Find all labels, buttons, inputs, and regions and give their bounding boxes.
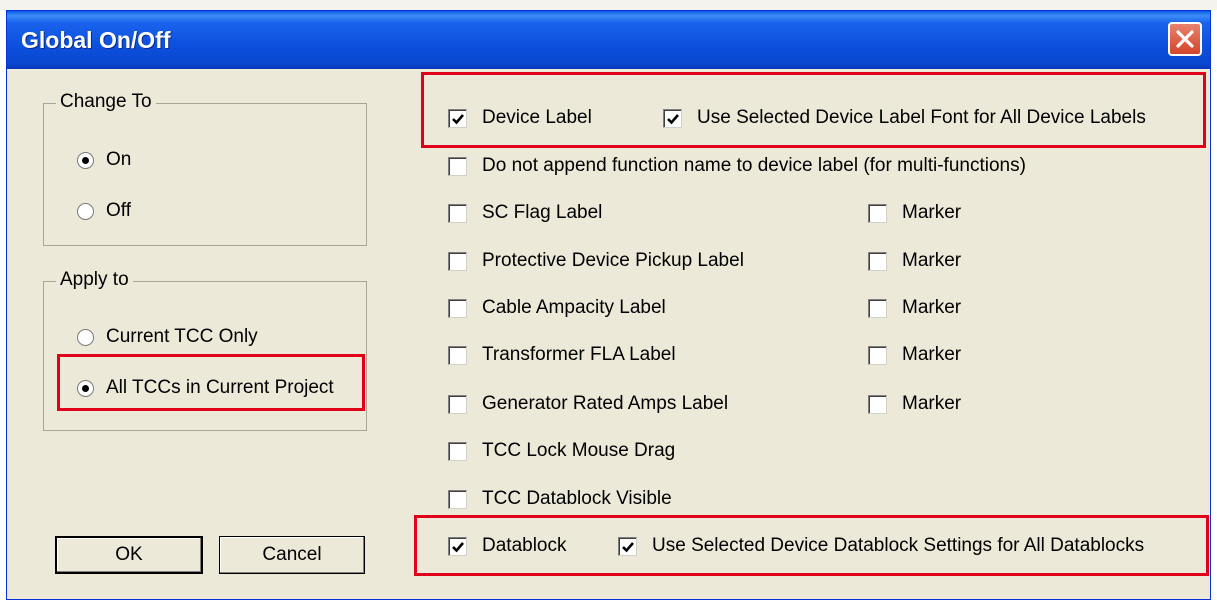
transformer-fla-text: Transformer FLA Label bbox=[482, 344, 676, 365]
checkbox-box[interactable] bbox=[448, 441, 467, 461]
use-selected-datablock-checkbox[interactable]: Use Selected Device Datablock Settings f… bbox=[618, 533, 1144, 559]
radio-off[interactable]: Off bbox=[77, 199, 131, 223]
transformer-fla-checkbox[interactable]: Transformer FLA Label bbox=[448, 342, 676, 368]
checkbox-box[interactable] bbox=[618, 536, 637, 556]
radio-button[interactable] bbox=[77, 202, 94, 220]
sc-flag-marker-checkbox[interactable]: Marker bbox=[868, 200, 961, 226]
generator-amps-marker-checkbox[interactable]: Marker bbox=[868, 391, 961, 417]
checkbox-box[interactable] bbox=[868, 251, 887, 271]
use-selected-datablock-text: Use Selected Device Datablock Settings f… bbox=[652, 535, 1145, 556]
ok-button[interactable]: OK bbox=[55, 536, 203, 574]
protective-pickup-text: Protective Device Pickup Label bbox=[482, 250, 744, 271]
change-to-label: Change To bbox=[56, 91, 156, 113]
cable-ampacity-marker-checkbox[interactable]: Marker bbox=[868, 295, 961, 321]
checkbox-box[interactable] bbox=[448, 345, 467, 365]
radio-button[interactable] bbox=[77, 151, 94, 169]
background-strip bbox=[0, 0, 1217, 10]
tcc-lock-checkbox[interactable]: TCC Lock Mouse Drag bbox=[448, 438, 675, 464]
generator-amps-marker-text: Marker bbox=[902, 393, 962, 414]
protective-pickup-checkbox[interactable]: Protective Device Pickup Label bbox=[448, 248, 744, 274]
checkbox-box[interactable] bbox=[448, 394, 467, 414]
checkbox-box[interactable] bbox=[868, 203, 887, 223]
radio-current-tcc-label: Current TCC Only bbox=[106, 326, 258, 347]
checkbox-box[interactable] bbox=[448, 489, 467, 509]
checkbox-box[interactable] bbox=[448, 108, 467, 128]
apply-to-label: Apply to bbox=[56, 269, 133, 291]
cable-ampacity-marker-text: Marker bbox=[902, 297, 962, 318]
checkmark-icon bbox=[667, 113, 679, 124]
global-on-off-dialog: Global On/Off Change To On Off Apply to … bbox=[6, 10, 1211, 600]
checkbox-box[interactable] bbox=[448, 536, 467, 556]
transformer-fla-marker-text: Marker bbox=[902, 344, 962, 365]
generator-amps-text: Generator Rated Amps Label bbox=[482, 393, 729, 414]
datablock-text: Datablock bbox=[482, 535, 567, 556]
sc-flag-checkbox[interactable]: SC Flag Label bbox=[448, 200, 602, 226]
checkbox-box[interactable] bbox=[663, 108, 682, 128]
title-bar[interactable]: Global On/Off bbox=[7, 11, 1210, 69]
sc-flag-marker-text: Marker bbox=[902, 202, 962, 223]
protective-pickup-marker-text: Marker bbox=[902, 250, 962, 271]
dialog-title: Global On/Off bbox=[21, 27, 171, 53]
tcc-lock-text: TCC Lock Mouse Drag bbox=[482, 440, 676, 461]
protective-pickup-marker-checkbox[interactable]: Marker bbox=[868, 248, 961, 274]
checkbox-box[interactable] bbox=[868, 394, 887, 414]
no-append-function-text: Do not append function name to device la… bbox=[482, 155, 1026, 176]
tcc-datablock-visible-text: TCC Datablock Visible bbox=[482, 488, 672, 509]
use-selected-font-checkbox[interactable]: Use Selected Device Label Font for All D… bbox=[663, 105, 1146, 131]
device-label-text: Device Label bbox=[482, 107, 592, 128]
radio-on[interactable]: On bbox=[77, 148, 131, 172]
no-append-function-checkbox[interactable]: Do not append function name to device la… bbox=[448, 153, 1026, 179]
sc-flag-text: SC Flag Label bbox=[482, 202, 603, 223]
transformer-fla-marker-checkbox[interactable]: Marker bbox=[868, 342, 961, 368]
checkbox-box[interactable] bbox=[448, 203, 467, 223]
highlight-box-apply bbox=[57, 354, 365, 411]
checkbox-box[interactable] bbox=[868, 298, 887, 318]
close-icon bbox=[1176, 30, 1194, 48]
radio-on-label: On bbox=[106, 149, 132, 170]
checkmark-icon bbox=[452, 541, 464, 552]
cable-ampacity-text: Cable Ampacity Label bbox=[482, 297, 666, 318]
cancel-button[interactable]: Cancel bbox=[219, 536, 365, 574]
checkbox-box[interactable] bbox=[448, 251, 467, 271]
change-to-group: Change To bbox=[43, 91, 367, 246]
datablock-checkbox[interactable]: Datablock bbox=[448, 533, 567, 559]
radio-off-label: Off bbox=[106, 200, 131, 221]
checkbox-box[interactable] bbox=[448, 156, 467, 176]
radio-current-tcc[interactable]: Current TCC Only bbox=[77, 325, 258, 349]
checkmark-icon bbox=[622, 541, 634, 552]
checkbox-box[interactable] bbox=[448, 298, 467, 318]
cable-ampacity-checkbox[interactable]: Cable Ampacity Label bbox=[448, 295, 666, 321]
checkbox-box[interactable] bbox=[868, 345, 887, 365]
close-button[interactable] bbox=[1168, 22, 1202, 56]
device-label-checkbox[interactable]: Device Label bbox=[448, 105, 592, 131]
radio-button[interactable] bbox=[77, 328, 94, 346]
tcc-datablock-visible-checkbox[interactable]: TCC Datablock Visible bbox=[448, 486, 672, 512]
use-selected-font-text: Use Selected Device Label Font for All D… bbox=[697, 107, 1146, 128]
checkmark-icon bbox=[452, 113, 464, 124]
generator-amps-checkbox[interactable]: Generator Rated Amps Label bbox=[448, 391, 728, 417]
